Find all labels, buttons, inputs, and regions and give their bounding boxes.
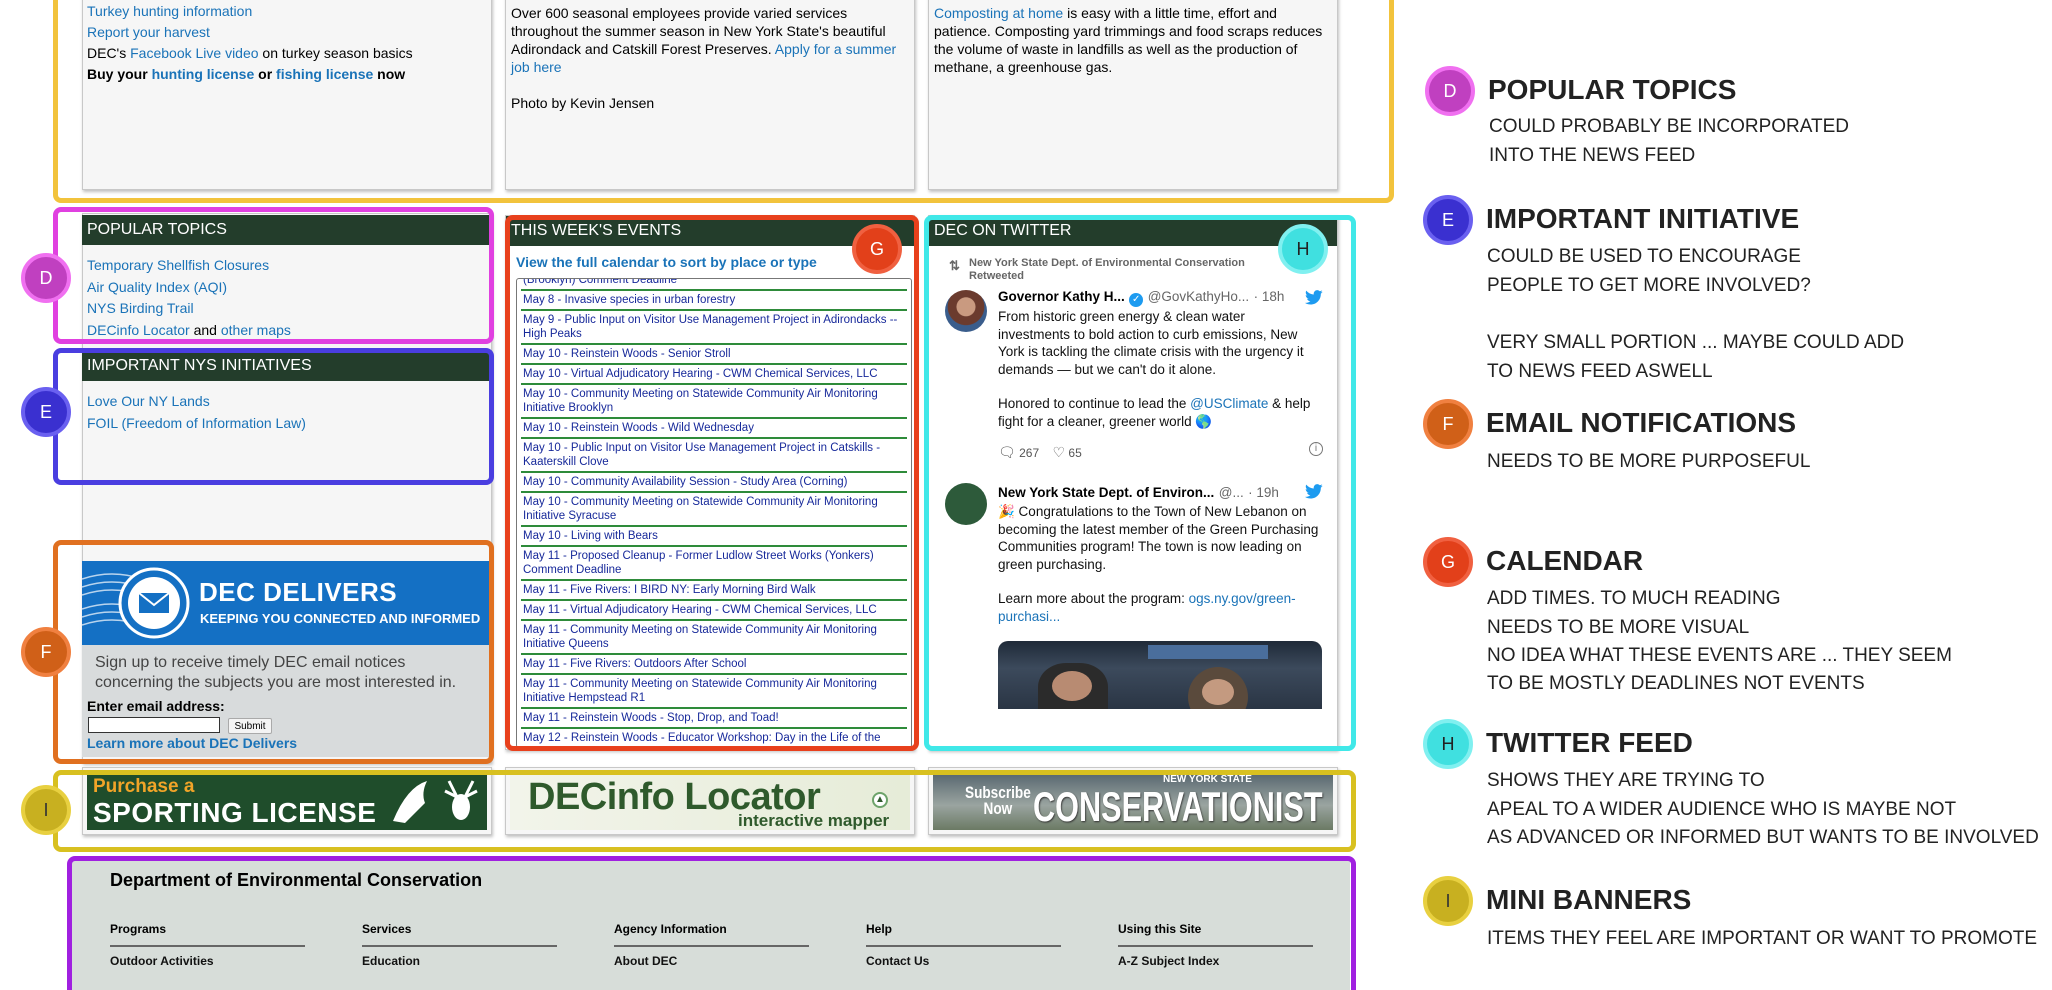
annotation-box-top [53, 0, 1394, 203]
annotation-box-i [53, 770, 1356, 852]
note-h-line-3: AS ADVANCED OR INFORMED BUT WANTS TO BE … [1487, 827, 2039, 848]
note-h-title: TWITTER FEED [1486, 727, 1693, 758]
note-e-line-1: COULD BE USED TO ENCOURAGE [1487, 246, 1801, 267]
note-badge-i: I [1423, 876, 1473, 926]
note-g-line-1: ADD TIMES. TO MUCH READING [1487, 588, 1781, 609]
annotation-box-g [505, 215, 919, 751]
note-g-title: CALENDAR [1486, 545, 1644, 576]
note-i-title: MINI BANNERS [1486, 884, 1692, 915]
note-d-line-2: INTO THE NEWS FEED [1489, 145, 1696, 166]
badge-d: D [21, 253, 71, 303]
note-badge-d: D [1425, 66, 1475, 116]
note-i-line-1: ITEMS THEY FEEL ARE IMPORTANT OR WANT TO… [1487, 928, 2038, 949]
note-f-title: EMAIL NOTIFICATIONS [1486, 407, 1797, 438]
note-g-line-3: NO IDEA WHAT THESE EVENTS ARE ... THEY S… [1487, 645, 1952, 666]
note-badge-g: G [1423, 537, 1473, 587]
note-h-line-2: APEAL TO A WIDER AUDIENCE WHO IS MAYBE N… [1487, 799, 1957, 820]
annotation-box-h [924, 215, 1356, 751]
note-e-line-2: PEOPLE TO GET MORE INVOLVED? [1487, 275, 1811, 296]
badge-h: H [1278, 224, 1328, 274]
badge-e: E [21, 387, 71, 437]
note-f-line-1: NEEDS TO BE MORE PURPOSEFUL [1487, 451, 1811, 472]
annotation-box-footer [67, 856, 1356, 990]
annotation-box-f [53, 540, 494, 764]
note-e-line-5: TO NEWS FEED ASWELL [1487, 361, 1713, 382]
badge-i: I [21, 785, 71, 835]
note-d-title: POPULAR TOPICS [1488, 74, 1737, 105]
annotation-box-e [53, 348, 494, 485]
note-badge-e: E [1423, 195, 1473, 245]
note-e-line-4: VERY SMALL PORTION ... MAYBE COULD ADD [1487, 332, 1905, 353]
annotation-box-d [53, 207, 494, 344]
note-d-line-1: COULD PROBABLY BE INCORPORATED [1489, 116, 1850, 137]
note-e-title: IMPORTANT INITIATIVE [1486, 203, 1800, 234]
badge-f: F [21, 627, 71, 677]
badge-g: G [852, 224, 902, 274]
note-badge-h: H [1423, 719, 1473, 769]
note-g-line-2: NEEDS TO BE MORE VISUAL [1487, 617, 1750, 638]
note-h-line-1: SHOWS THEY ARE TRYING TO [1487, 770, 1765, 791]
note-g-line-4: TO BE MOSTLY DEADLINES NOT EVENTS [1487, 673, 1865, 694]
note-badge-f: F [1423, 399, 1473, 449]
